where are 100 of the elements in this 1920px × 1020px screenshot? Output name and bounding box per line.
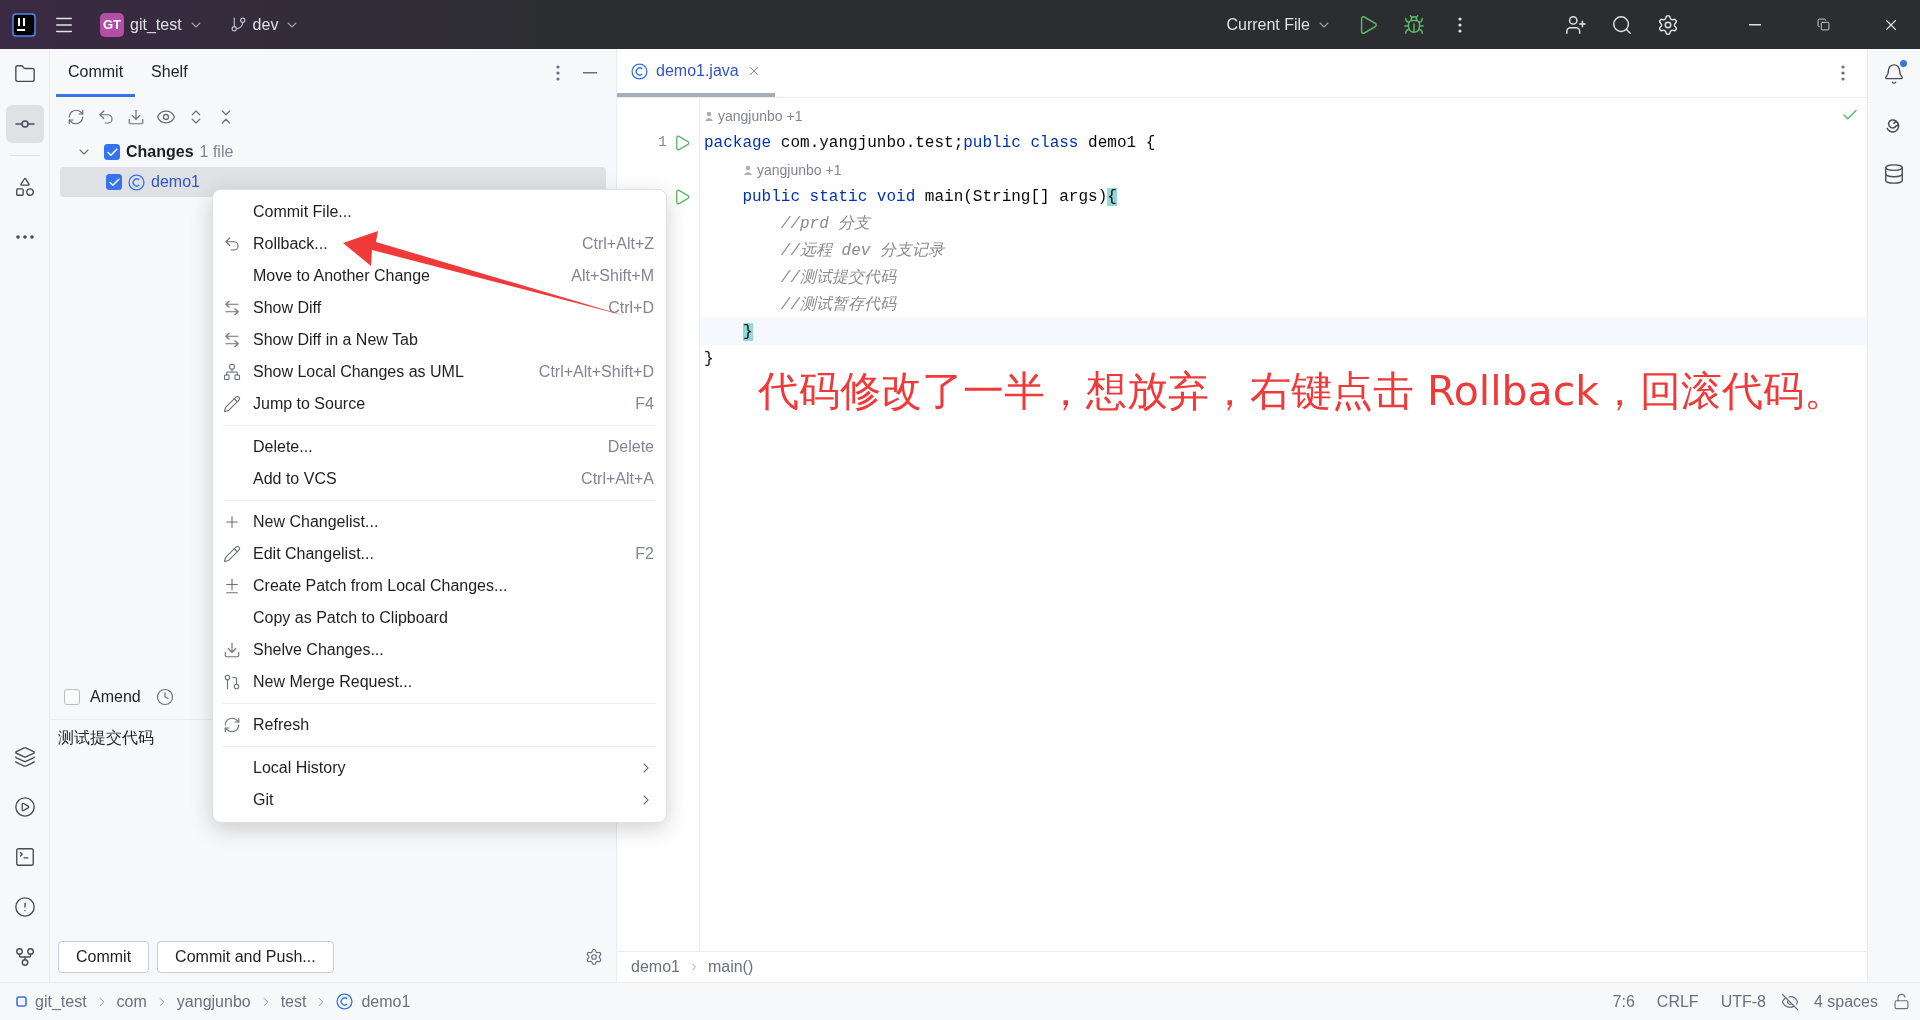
run-config-selector[interactable]: Current File [1218,11,1340,38]
menu-item[interactable]: Commit File... [213,196,666,228]
pencil-icon [223,395,241,413]
terminal-icon [13,846,36,868]
menu-item[interactable]: Move to Another Change Alt+Shift+M [213,260,666,292]
undo-icon [223,235,241,253]
download-icon [127,108,145,126]
author-hint[interactable]: yangjunbo +1 [704,107,803,124]
diff-icon [223,331,241,349]
menu-item[interactable]: Add to VCS Ctrl+Alt+A [213,463,666,495]
class-icon [128,173,145,191]
bug-icon [1403,13,1425,36]
patch-icon [223,577,241,595]
matched-brace: } [743,322,753,341]
undo-icon [97,108,115,126]
menu-item[interactable]: Refresh [213,709,666,741]
menu-item[interactable]: Copy as Patch to Clipboard [213,602,666,634]
file-name: demo1 [151,173,200,191]
code-text: com.yangjunbo.test; [779,133,964,152]
breadcrumb[interactable]: demo1 [631,958,680,976]
user-icon [704,110,714,121]
layers-icon [13,746,36,768]
hidden-eye-icon[interactable] [1780,992,1799,1011]
database-icon [1883,163,1905,185]
code-comment: //测试暂存代码 [779,295,896,315]
unlock-icon[interactable] [1893,993,1910,1010]
panel-tab[interactable]: Commit [56,49,136,97]
matched-brace: { [1107,187,1117,206]
branch-icon [229,16,247,33]
path-segment[interactable]: test [280,992,307,1011]
menu-item[interactable]: Jump to Source F4 [213,388,666,420]
annotation-text: 代码修改了一半，想放弃，右键点击 Rollback，回滚代码。 [758,366,1845,417]
folder-icon [13,63,36,85]
path-segment[interactable]: com [116,992,147,1011]
app-logo[interactable] [12,12,36,37]
code-text: demo1 { [1087,133,1156,152]
amend-checkbox[interactable] [64,689,80,705]
editor-tab[interactable]: demo1.java [617,49,775,97]
panel-tab[interactable]: Shelf [139,49,200,97]
breadcrumb[interactable]: main() [707,958,754,976]
menu-item[interactable]: Delete... Delete [213,431,666,463]
class-icon [336,993,354,1010]
path-segment[interactable]: git_test [35,992,87,1011]
minimize-icon [1749,23,1761,26]
code-comment: //远程 dev 分支记录 [779,241,945,261]
add-user-icon [1565,13,1587,36]
menu-item[interactable]: Show Local Changes as UML Ctrl+Alt+Shift+D [213,356,666,388]
commit-tool-button[interactable] [5,105,44,143]
author-hint[interactable]: yangjunbo +1 [743,161,842,178]
code-keyword: public static void [741,187,916,206]
status-item[interactable]: 7:6 [1605,992,1642,1011]
code-keyword: package [704,133,772,152]
status-item[interactable]: CRLF [1649,992,1706,1011]
settings-icon [1657,13,1679,36]
code-keyword: public class [963,133,1079,152]
menu-item[interactable]: Edit Changelist... F2 [213,538,666,570]
menu-item[interactable]: Shelve Changes... [213,634,666,666]
amend-label: Amend [90,688,141,706]
changelist-checkbox[interactable] [104,144,120,160]
more-icon [1841,65,1845,81]
run-gutter-icon[interactable] [673,133,691,152]
search-icon [1611,13,1633,36]
code-text: } [704,349,714,368]
commit-button[interactable]: Commit and Push... [157,941,334,973]
project-selector[interactable]: GT git_test [92,8,212,41]
menu-item[interactable]: Show Diff Ctrl+D [213,292,666,324]
more-icon [15,235,34,239]
checkmark-icon [107,175,121,189]
menu-item[interactable]: New Changelist... [213,506,666,538]
minimize-icon [583,72,597,74]
settings-icon [585,948,603,966]
bell-icon [1883,63,1905,85]
menu-item[interactable]: New Merge Request... [213,666,666,698]
pencil-icon [223,545,241,563]
branch-selector[interactable]: dev [221,11,309,38]
refresh-icon [67,108,85,126]
plus-icon [223,513,241,531]
status-item[interactable]: 4 spaces [1806,992,1885,1011]
menu-item[interactable]: Git [213,784,666,816]
code-comment: //prd 分支 [779,214,871,234]
path-segment[interactable]: yangjunbo [176,992,251,1011]
more-icon [556,65,560,81]
changelist-name: Changes [126,143,194,161]
more-icon [1458,16,1462,33]
menu-item[interactable]: Show Diff in a New Tab [213,324,666,356]
diagram-icon [223,363,241,381]
menu-item[interactable]: Local History [213,752,666,784]
class-icon [631,62,648,80]
file-count: 1 file [199,143,234,161]
path-segment[interactable]: demo1 [361,992,411,1011]
module-icon [16,996,27,1007]
code-text: main(String[] args) [923,187,1108,206]
merge-request-icon [223,673,241,691]
file-checkbox[interactable] [106,174,122,190]
status-item[interactable]: UTF-8 [1713,992,1773,1011]
commit-button[interactable]: Commit [58,941,150,973]
code-comment: //测试提交代码 [779,267,896,288]
menu-item[interactable]: Rollback... Ctrl+Alt+Z [213,228,666,260]
run-gutter-icon[interactable] [673,187,691,206]
menu-item[interactable]: Create Patch from Local Changes... [213,570,666,602]
